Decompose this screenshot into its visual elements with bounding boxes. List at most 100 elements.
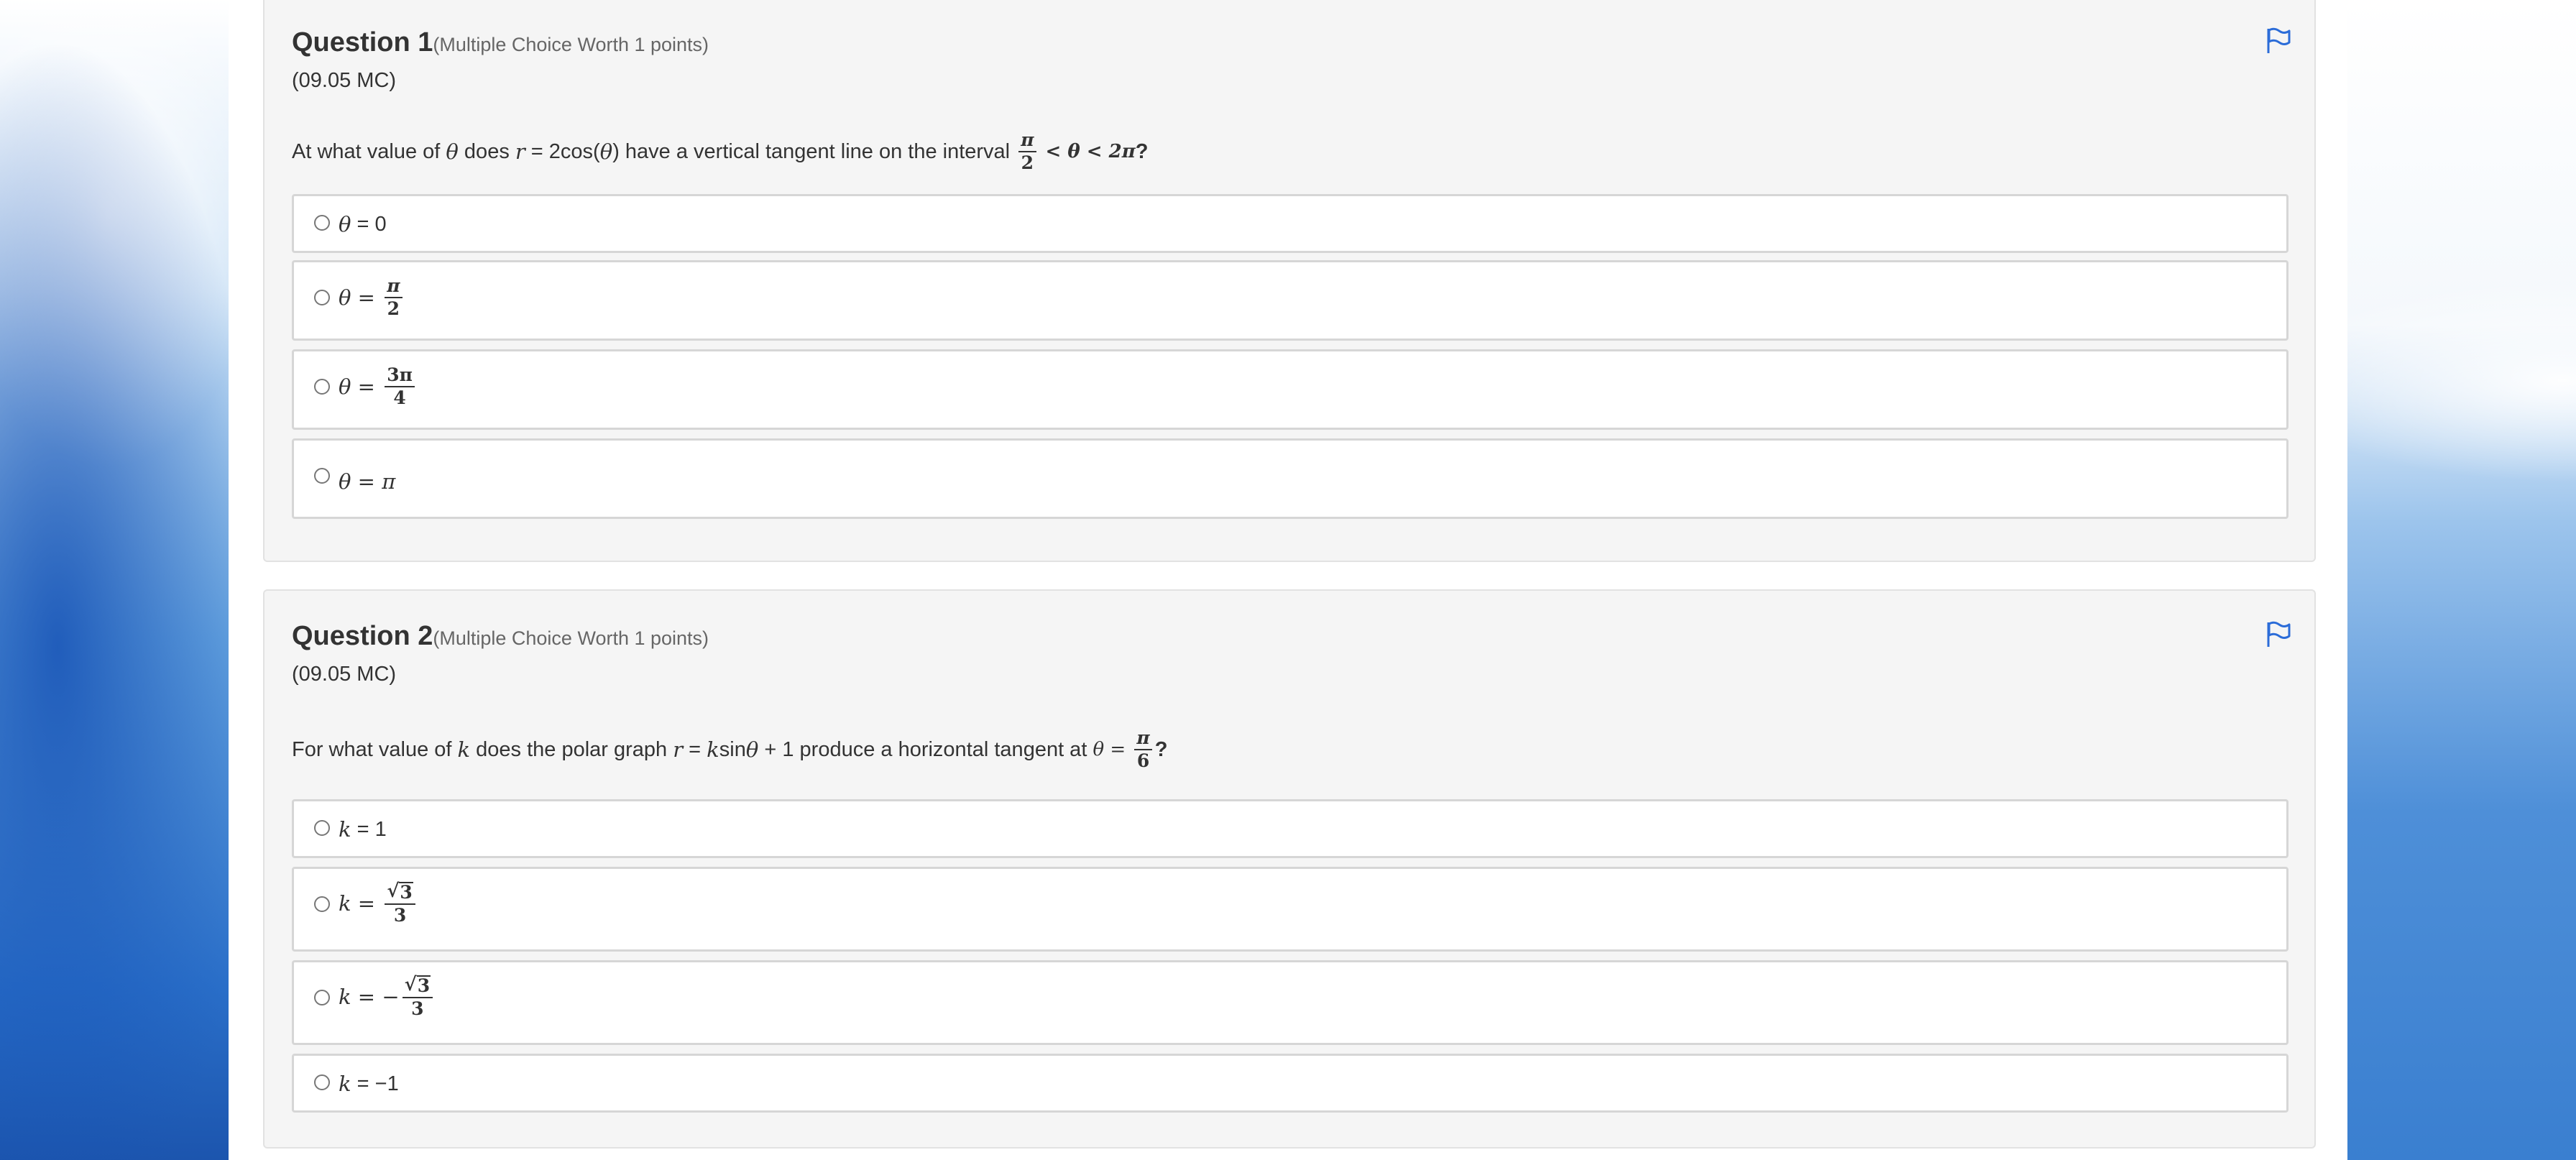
question-worth: (Multiple Choice Worth 1 points) [433,34,709,55]
flag-icon[interactable] [2264,620,2293,648]
option-label: θ = 3π 4 [339,365,418,409]
radio-button[interactable] [314,290,330,305]
question-title: Question 1 [292,27,433,57]
math-var: θ [339,285,351,310]
radio-button[interactable] [314,468,330,484]
math-var: θ [339,469,351,494]
denominator: 4 [393,387,406,409]
background-right [2347,0,2576,1160]
text-part: ) have a vertical tangent line on the in… [612,139,1016,163]
answer-option-c[interactable]: k = − √ 3 3 [292,960,2288,1045]
math-var: k [339,891,351,916]
numerator: √ 3 [402,975,433,999]
option-label: k = − √ 3 3 [339,975,436,1019]
numerator: π [1134,728,1152,751]
answer-option-d[interactable]: θ = π [292,438,2288,519]
question-panel-1: Question 1(Multiple Choice Worth 1 point… [263,0,2316,562]
question-header: Question 2(Multiple Choice Worth 1 point… [292,621,709,652]
fraction: 3π 4 [385,365,415,409]
question-text: At what value of θ does r = 2cos(θ) have… [292,130,1149,174]
math-var: θ [599,139,613,165]
text-part: does [458,139,515,163]
interval-rest: < θ < 2π [1039,141,1136,163]
sqrt: √ 3 [405,975,431,995]
math-var: θ [745,737,759,763]
denominator: 2 [387,298,400,320]
answer-option-a[interactable]: θ = 0 [292,194,2288,253]
option-label: θ = π [339,469,395,494]
question-code: (09.05 MC) [292,663,397,686]
option-label: k = 1 [339,817,387,842]
denominator: 6 [1136,750,1150,772]
sqrt-icon: √ [404,974,417,995]
question-worth: (Multiple Choice Worth 1 points) [433,627,709,649]
option-value: = −1 [351,1072,399,1095]
fraction: π6 [1134,728,1152,772]
math-var: θ [446,139,459,165]
radicand: 3 [416,975,431,996]
sqrt-icon: √ [387,880,400,902]
at-expression: θ = π6 [1092,728,1154,772]
math-var: k [339,1072,351,1096]
text-part: = 2cos( [525,139,600,163]
numerator: π [1018,130,1036,153]
option-label: k = √ 3 3 [339,880,418,926]
answer-option-b[interactable]: k = √ 3 3 [292,867,2288,952]
math-var: k [339,817,351,842]
numerator: √ 3 [385,880,415,906]
flag-icon[interactable] [2264,26,2293,55]
radio-button[interactable] [314,990,330,1005]
radio-button[interactable] [314,215,330,231]
fraction: π2 [1018,130,1036,174]
question-header: Question 1(Multiple Choice Worth 1 point… [292,27,709,58]
equals: = [1104,739,1132,761]
radio-button[interactable] [314,1074,330,1090]
sqrt: √ 3 [387,880,413,903]
answer-option-b[interactable]: θ = π2 [292,260,2288,341]
denominator: 3 [411,998,424,1020]
option-label: θ = 0 [339,212,387,236]
text-part: = [683,737,707,761]
answer-option-c[interactable]: θ = 3π 4 [292,349,2288,430]
question-mark: ? [1135,139,1149,163]
equals: = [351,285,382,310]
fraction: π2 [385,276,402,320]
question-title: Question 2 [292,621,433,651]
math-var: r [673,737,684,763]
math-var: k [339,985,351,1010]
denominator: 2 [1021,152,1034,174]
fraction: √ 3 3 [402,975,433,1019]
equals: = [351,374,382,400]
equals: = − [351,985,400,1010]
text-part: At what value of [292,139,446,163]
equals: = [351,891,382,916]
option-label: k = −1 [339,1072,399,1096]
text-part: does the polar graph [470,737,673,761]
option-value: = 1 [351,817,387,841]
question-text: For what value of k does the polar graph… [292,728,1168,772]
radio-button[interactable] [314,896,330,912]
math-var: k [457,737,471,763]
math-var: θ [339,374,351,400]
radicand: 3 [399,882,413,903]
option-value: = 0 [351,212,387,236]
interval-expression: π2 < θ < 2π [1016,130,1136,174]
option-value: π [382,469,396,494]
radio-button[interactable] [314,820,330,836]
equals: = [351,469,382,494]
math-var: θ [1092,739,1105,761]
fraction: √ 3 3 [385,880,415,926]
answer-option-d[interactable]: k = −1 [292,1054,2288,1113]
text-part: sin [719,737,746,761]
math-var: r [515,139,525,165]
numerator: π [385,276,402,299]
question-panel-2: Question 2(Multiple Choice Worth 1 point… [263,589,2316,1149]
answer-option-a[interactable]: k = 1 [292,799,2288,858]
option-label: θ = π2 [339,276,405,320]
question-mark: ? [1154,737,1168,761]
numerator: 3π [385,365,415,388]
radio-button[interactable] [314,379,330,395]
math-var: k [707,737,719,763]
math-var: θ [339,212,351,236]
text-part: For what value of [292,737,458,761]
